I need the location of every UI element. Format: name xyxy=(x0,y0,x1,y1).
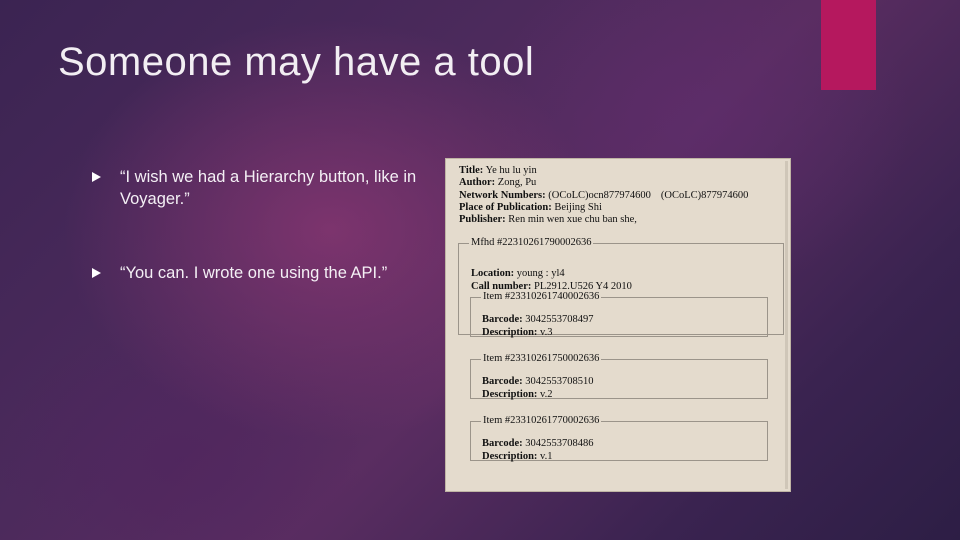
item-group: Item #23310261750002636 Barcode: 3042553… xyxy=(470,353,768,400)
barcode-field: Barcode: 3042553708497 xyxy=(482,314,594,326)
author-field: Author: Zong, Pu xyxy=(459,177,537,189)
slide-title: Someone may have a tool xyxy=(58,40,535,84)
location-field: Location: young : yl4 xyxy=(471,268,565,280)
barcode-field: Barcode: 3042553708510 xyxy=(482,376,594,388)
title-field: Title: Ye hu lu yin xyxy=(459,165,537,176)
hierarchy-record-screenshot: Title: Ye hu lu yin Author: Zong, Pu Net… xyxy=(445,158,791,492)
item-group: Item #23310261770002636 Barcode: 3042553… xyxy=(470,415,768,462)
item-legend: Item #23310261750002636 xyxy=(483,353,600,364)
description-field: Description: v.3 xyxy=(482,326,553,338)
barcode-field: Barcode: 3042553708486 xyxy=(482,438,594,450)
triangle-bullet-icon xyxy=(92,268,101,278)
bullet-text: “I wish we had a Hierarchy button, like … xyxy=(120,168,417,208)
scrollbar xyxy=(785,161,788,489)
accent-bar xyxy=(821,0,876,90)
triangle-bullet-icon xyxy=(92,172,101,182)
bullet-item: “You can. I wrote one using the API.” xyxy=(92,262,437,284)
bullet-list: “I wish we had a Hierarchy button, like … xyxy=(92,166,437,336)
publisher-field: Publisher: Ren min wen xue chu ban she, xyxy=(459,214,637,226)
place-field: Place of Publication: Beijing Shi xyxy=(459,201,602,213)
network-numbers-field: Network Numbers: (OCoLC)ocn877974600 (OCo… xyxy=(459,189,749,201)
bullet-item: “I wish we had a Hierarchy button, like … xyxy=(92,166,437,210)
description-field: Description: v.2 xyxy=(482,388,553,400)
mfhd-legend: Mfhd #22310261790002636 xyxy=(471,237,592,248)
bib-fields: Title: Ye hu lu yin Author: Zong, Pu Net… xyxy=(459,165,748,226)
bullet-text: “You can. I wrote one using the API.” xyxy=(120,264,388,282)
item-group: Item #23310261740002636 Barcode: 3042553… xyxy=(470,291,768,338)
description-field: Description: v.1 xyxy=(482,450,553,462)
item-legend: Item #23310261770002636 xyxy=(483,415,600,426)
item-legend: Item #23310261740002636 xyxy=(483,291,600,302)
